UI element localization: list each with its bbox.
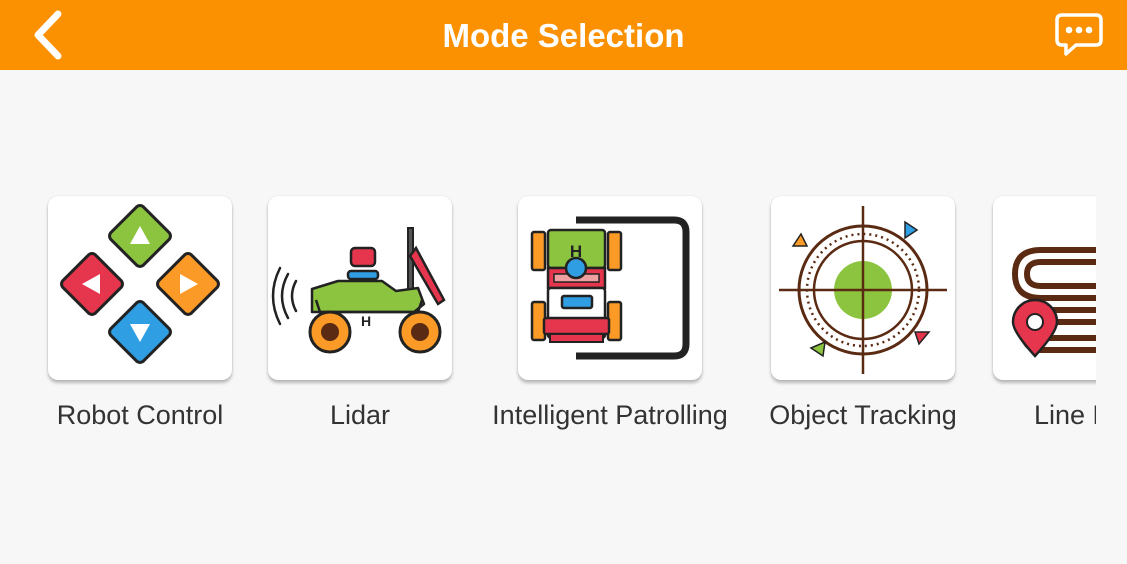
mode-card-robot-control[interactable] (48, 196, 232, 380)
mode-card-lidar[interactable]: H (268, 196, 452, 380)
mode-card-object-tracking[interactable] (771, 196, 955, 380)
patrol-robot-icon: H (530, 216, 690, 360)
chat-bubble-icon[interactable] (1054, 11, 1104, 59)
chevron-left-icon[interactable] (24, 8, 78, 62)
mode-card-intelligent-patrolling[interactable]: H (518, 196, 702, 380)
top-bar: Mode Selection (0, 0, 1127, 70)
dpad-icon (60, 204, 220, 364)
svg-text:H: H (361, 313, 371, 329)
mode-list: Robot Control H Lidar H Intelligent Patr… (0, 190, 1096, 450)
mode-label-line-following: Line Foll (1033, 400, 1096, 430)
map-pin-line-icon (1011, 247, 1096, 358)
page-title: Mode Selection (442, 17, 685, 54)
mode-card-line-following[interactable] (993, 196, 1096, 380)
crosshair-target-icon (779, 206, 947, 374)
lidar-robot-icon: H (271, 227, 446, 354)
